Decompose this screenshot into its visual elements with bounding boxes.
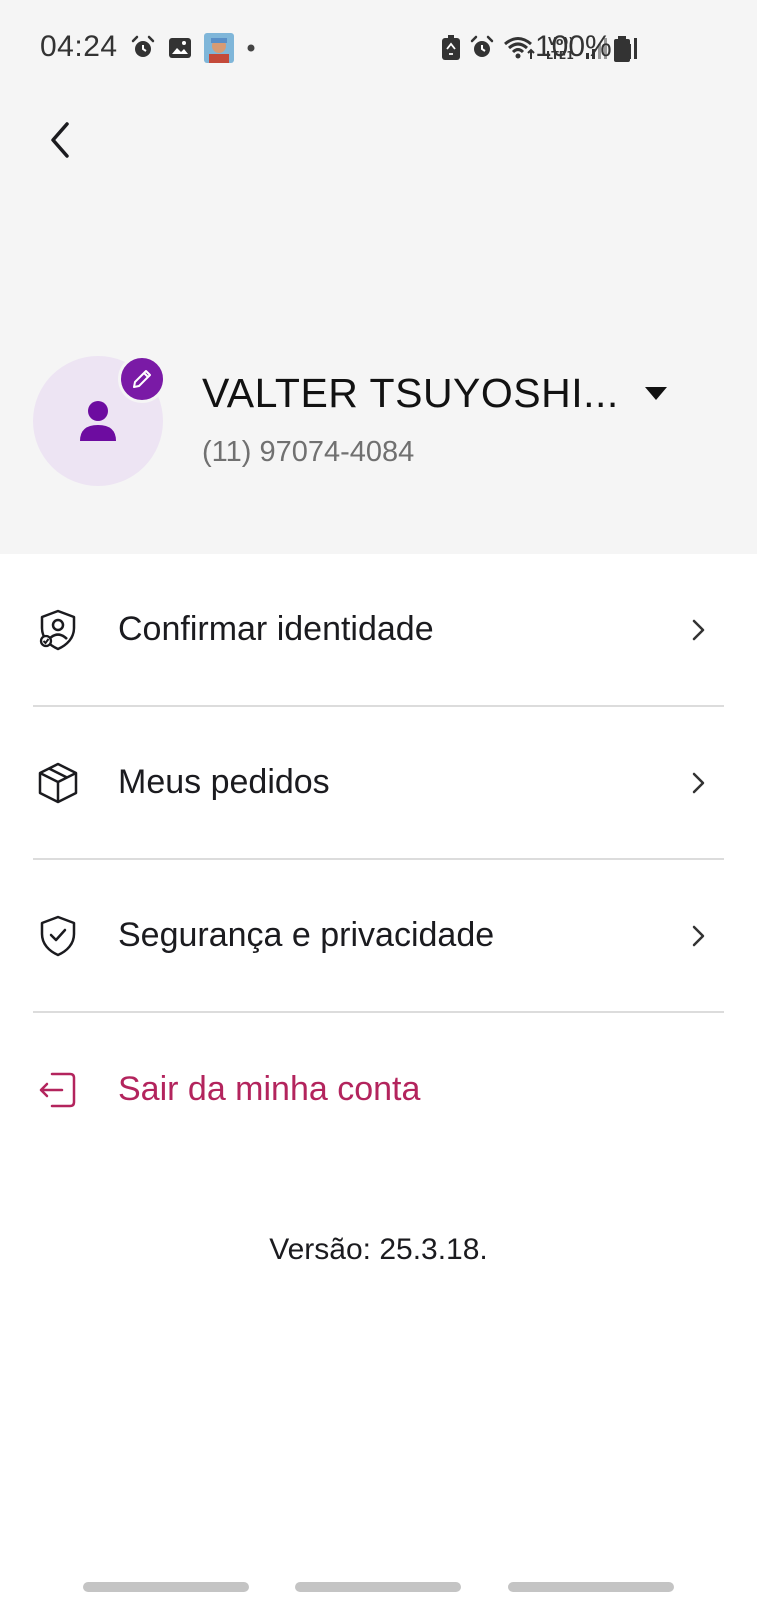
caret-down-icon (644, 386, 667, 400)
chevron-right-icon (692, 619, 705, 640)
profile-name: VALTER TSUYOSHI... (202, 369, 619, 416)
menu-item-my-orders[interactable]: Meus pedidos (33, 707, 724, 860)
app-avatar-icon (204, 33, 234, 63)
nav-back-button[interactable] (508, 1582, 674, 1592)
wifi-icon (504, 37, 535, 59)
shield-check-icon (36, 914, 80, 958)
menu-item-label: Segurança e privacidade (118, 916, 495, 954)
alarm-icon (470, 35, 494, 57)
profile-phone: (11) 97074-4084 (202, 436, 415, 468)
menu-item-security-privacy[interactable]: Segurança e privacidade (33, 860, 724, 1013)
app-version: Versão: 25.3.18. (269, 1233, 488, 1266)
status-time: 04:24 (40, 30, 118, 63)
logout-button[interactable]: Sair da minha conta (33, 1013, 724, 1166)
pencil-icon (133, 370, 151, 388)
battery-saver-icon (442, 35, 460, 60)
nav-recents-button[interactable] (83, 1582, 249, 1592)
battery-percentage: 100% (535, 30, 612, 63)
edit-profile-button[interactable] (118, 355, 166, 403)
package-icon (36, 761, 80, 805)
chevron-right-icon (692, 925, 705, 946)
menu-item-confirm-identity[interactable]: Confirmar identidade (33, 554, 724, 707)
image-icon (169, 38, 191, 58)
menu-item-label: Meus pedidos (118, 763, 330, 801)
menu-item-label: Confirmar identidade (118, 610, 434, 648)
account-switcher[interactable]: VALTER TSUYOSHI... (202, 368, 667, 418)
identity-shield-icon (36, 608, 80, 652)
chevron-right-icon (692, 772, 705, 793)
alarm-icon (131, 35, 155, 57)
logout-icon (36, 1068, 80, 1112)
notification-dot-icon (247, 44, 255, 52)
battery-icon (614, 36, 630, 62)
back-button[interactable] (36, 112, 84, 168)
logout-label: Sair da minha conta (118, 1070, 421, 1108)
status-notification-icons (130, 33, 256, 63)
account-menu: Confirmar identidade Meus pedidos Segura… (33, 554, 724, 1166)
status-bar: 04:24 Vo)) LTE1 100% (0, 0, 757, 100)
person-icon (80, 401, 116, 441)
system-navigation-bar (0, 1575, 757, 1600)
nav-home-button[interactable] (295, 1582, 461, 1592)
chevron-left-icon (51, 122, 69, 158)
